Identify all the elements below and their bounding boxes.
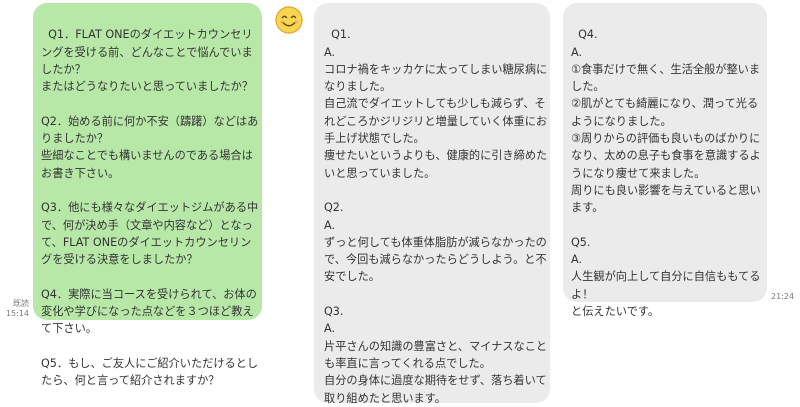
timestamp: 21:24 <box>771 292 795 301</box>
message-text: Q1. A. コロナ禍をキッカケに太ってしまい糖尿病になりました。 自己流でダイ… <box>324 28 548 405</box>
message-bubble-received-answers-2[interactable]: Q4. A. ①食事だけで無く、生活全般が整いました。 ②肌がとても綺麗になり、… <box>563 3 767 318</box>
message-bubble-sent-questions[interactable]: Q1．FLAT ONEのダイエットカウンセリングを受ける前、どんなことで悩んでい… <box>33 3 262 387</box>
timestamp: 15:14 <box>5 309 29 318</box>
message-bubble-received-answers-1[interactable]: Q1. A. コロナ禍をキッカケに太ってしまい糖尿病になりました。 自己流でダイ… <box>314 3 550 405</box>
message-text: Q1．FLAT ONEのダイエットカウンセリングを受ける前、どんなことで悩んでい… <box>41 28 259 388</box>
message-meta-sent: 既読 15:14 <box>4 299 29 319</box>
read-status: 既読 <box>13 299 29 308</box>
message-text: Q4. A. ①食事だけで無く、生活全般が整いました。 ②肌がとても綺麗になり、… <box>571 28 761 319</box>
smiling-face-icon <box>275 6 303 34</box>
avatar[interactable] <box>273 4 305 36</box>
